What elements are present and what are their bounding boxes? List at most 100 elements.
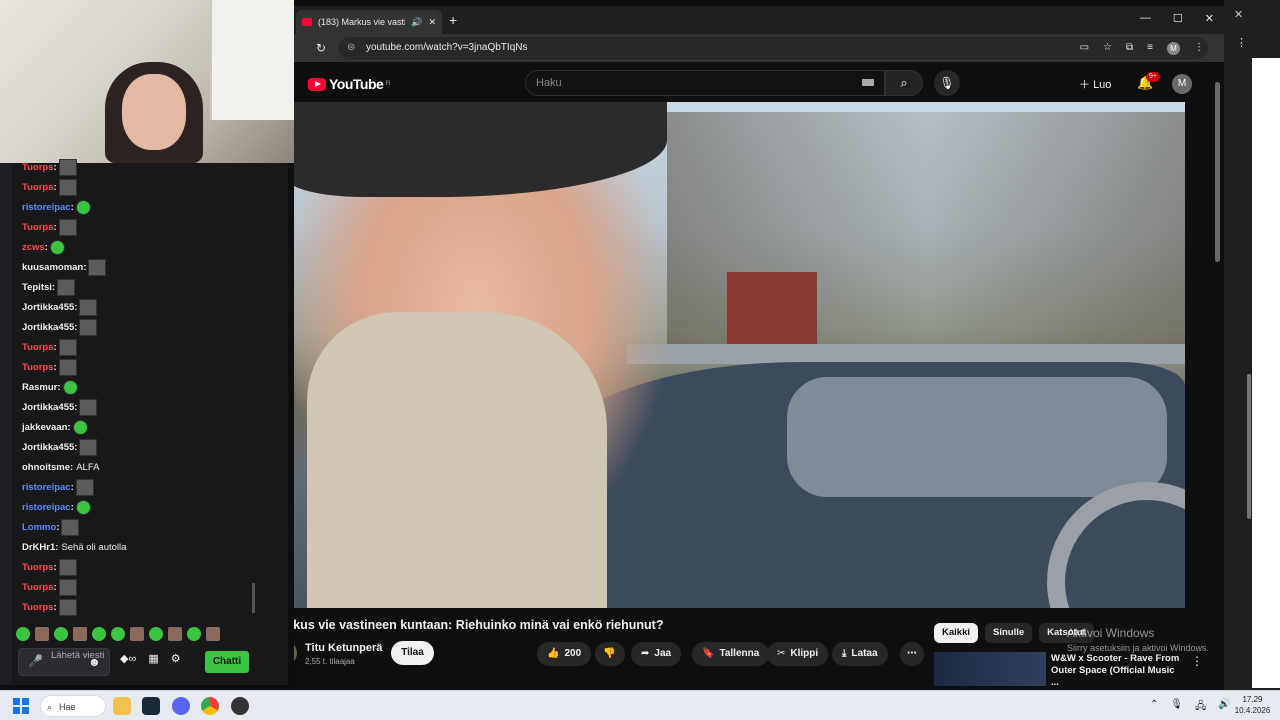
maximize-icon[interactable]: ☐ xyxy=(1173,12,1183,25)
subscribe-button[interactable]: Tilaa xyxy=(391,641,434,665)
share-button[interactable]: ➦ Jaa xyxy=(631,642,682,666)
emote[interactable] xyxy=(149,627,163,641)
discord-icon[interactable] xyxy=(172,697,190,715)
chat-username[interactable]: Tuorps xyxy=(22,162,54,173)
emote[interactable] xyxy=(206,627,220,641)
background-menu-icon[interactable]: ⋮ xyxy=(1236,36,1247,49)
chat-username[interactable]: Tuorps xyxy=(22,602,54,613)
chat-username[interactable]: Lommo xyxy=(22,522,56,533)
save-button[interactable]: 🔖 Tallenna xyxy=(692,642,770,666)
recommendation-menu-icon[interactable]: ⋮ xyxy=(1191,654,1203,668)
chat-username[interactable]: DrKHr1 xyxy=(22,542,55,553)
settings-gear-icon[interactable]: ⚙ xyxy=(171,652,181,665)
background-close-icon[interactable]: ✕ xyxy=(1234,8,1243,21)
video-player[interactable] xyxy=(294,102,1185,608)
chat-username[interactable]: ristoreipac xyxy=(22,502,71,513)
chat-username[interactable]: ohnoitsme xyxy=(22,462,70,473)
emote[interactable] xyxy=(130,627,144,641)
keyboard-icon[interactable] xyxy=(862,79,874,86)
bits-icon[interactable]: ◆∞ xyxy=(120,652,136,665)
download-button[interactable]: ⤓ Lataa xyxy=(832,642,888,666)
chat-send-button[interactable]: Chatti xyxy=(205,651,249,673)
chip-all[interactable]: Kaikki xyxy=(934,623,978,643)
chat-username[interactable]: Jortikka455 xyxy=(22,322,74,333)
store-icon[interactable]: ▦ xyxy=(148,652,158,665)
reload-icon[interactable]: ↻ xyxy=(316,41,326,55)
url-bar[interactable]: ⊜ youtube.com/watch?v=3jnaQbTIqNs xyxy=(338,37,1208,59)
taskbar-search[interactable]: ⌕ Hae xyxy=(40,695,106,717)
create-button[interactable]: ＋ Luo xyxy=(1079,76,1111,92)
youtube-logo[interactable]: YouTube FI xyxy=(308,76,390,92)
chat-username[interactable]: Tuorps xyxy=(22,222,54,233)
chat-username[interactable]: Rasmur xyxy=(22,382,57,393)
tab-close-icon[interactable]: ✕ xyxy=(428,17,436,28)
youtube-search-input[interactable]: Haku xyxy=(525,70,885,96)
chat-username[interactable]: Tepitsi xyxy=(22,282,52,293)
voice-search-icon[interactable]: 🎙 xyxy=(934,70,960,96)
chat-scrollbar[interactable] xyxy=(252,583,255,613)
recommended-video-title[interactable]: W&W x Scooter - Rave From Outer Space (O… xyxy=(1051,653,1181,686)
emote[interactable] xyxy=(168,627,182,641)
chat-username[interactable]: jakkevaan xyxy=(22,422,67,433)
chat-username[interactable]: Jortikka455 xyxy=(22,402,74,413)
close-window-icon[interactable]: ✕ xyxy=(1205,12,1214,25)
audio-playing-icon[interactable]: 🔊 xyxy=(411,17,422,28)
emote[interactable] xyxy=(73,627,87,641)
page-scrollbar[interactable] xyxy=(1212,70,1222,680)
chip-for-you[interactable]: Sinulle xyxy=(985,623,1033,643)
like-button[interactable]: 👍 200 xyxy=(537,642,592,666)
site-info-icon[interactable]: ⊜ xyxy=(347,37,355,59)
account-avatar[interactable]: M xyxy=(1172,74,1192,94)
emote-picker-icon[interactable]: ☻ xyxy=(88,655,101,669)
file-explorer-icon[interactable] xyxy=(113,697,131,715)
profile-avatar[interactable]: M xyxy=(1167,42,1180,55)
chat-username[interactable]: ristoreipac xyxy=(22,202,71,213)
media-control-icon[interactable]: ≡ xyxy=(1147,42,1153,55)
emote[interactable] xyxy=(35,627,49,641)
chat-username[interactable]: Tuorps xyxy=(22,562,54,573)
bookmark-star-icon[interactable]: ☆ xyxy=(1103,42,1112,55)
channel-name[interactable]: Titu Ketunperä xyxy=(305,642,382,654)
browser-menu-icon[interactable]: ⋮ xyxy=(1194,42,1204,55)
tray-mic-icon[interactable]: 🎙 xyxy=(1170,699,1183,716)
network-icon[interactable]: 🖧 xyxy=(1195,699,1206,716)
chat-username[interactable]: ristoreipac xyxy=(22,482,71,493)
mic-icon[interactable]: 🎤 xyxy=(28,654,43,670)
emote[interactable] xyxy=(54,627,68,641)
emote[interactable] xyxy=(92,627,106,641)
emote-suggestion-bar[interactable] xyxy=(16,625,251,643)
chat-username[interactable]: Jortikka455 xyxy=(22,442,74,453)
chrome-icon[interactable] xyxy=(201,697,219,715)
dislike-button[interactable]: 👎 xyxy=(595,642,625,666)
more-actions-button[interactable]: ⋯ xyxy=(900,642,924,666)
chat-username[interactable]: Tuorps xyxy=(22,362,54,373)
emote[interactable] xyxy=(187,627,201,641)
volume-icon[interactable]: 🔊 xyxy=(1218,699,1230,716)
emote[interactable] xyxy=(16,627,30,641)
emote[interactable] xyxy=(111,627,125,641)
steam-icon[interactable] xyxy=(142,697,160,715)
chat-message: ristoreipac: xyxy=(22,497,254,517)
toolbar-icons: ▭ ☆ ⧉ ≡ M ⋮ xyxy=(1080,42,1204,55)
chat-username[interactable]: kuusamoman xyxy=(22,262,83,273)
minimize-icon[interactable]: — xyxy=(1140,12,1151,25)
chat-username[interactable]: zcws xyxy=(22,242,45,253)
taskbar-clock[interactable]: 17.29 10.4.2026 xyxy=(1230,694,1275,716)
search-icon[interactable]: ⌕ xyxy=(885,70,923,96)
chat-username[interactable]: Tuorps xyxy=(22,582,54,593)
background-scrollbar[interactable] xyxy=(1247,374,1251,519)
cast-icon[interactable]: ▭ xyxy=(1080,42,1089,55)
tray-expand-icon[interactable]: ⌃ xyxy=(1150,699,1158,716)
chat-username[interactable]: Jortikka455 xyxy=(22,302,74,313)
browser-tab[interactable]: (183) Markus vie vastineen 🔊 ✕ xyxy=(296,10,442,34)
new-tab-button[interactable]: + xyxy=(449,12,457,28)
clip-button[interactable]: ✂ Klippi xyxy=(767,642,829,666)
extensions-icon[interactable]: ⧉ xyxy=(1126,42,1133,55)
chat-username[interactable]: Tuorps xyxy=(22,182,54,193)
channel-avatar[interactable] xyxy=(294,640,297,666)
recommended-video-thumbnail[interactable] xyxy=(934,652,1046,686)
windows-start-icon[interactable] xyxy=(13,698,29,714)
obs-icon[interactable] xyxy=(231,697,249,715)
scrollbar-thumb[interactable] xyxy=(1215,82,1220,262)
chat-username[interactable]: Tuorps xyxy=(22,342,54,353)
